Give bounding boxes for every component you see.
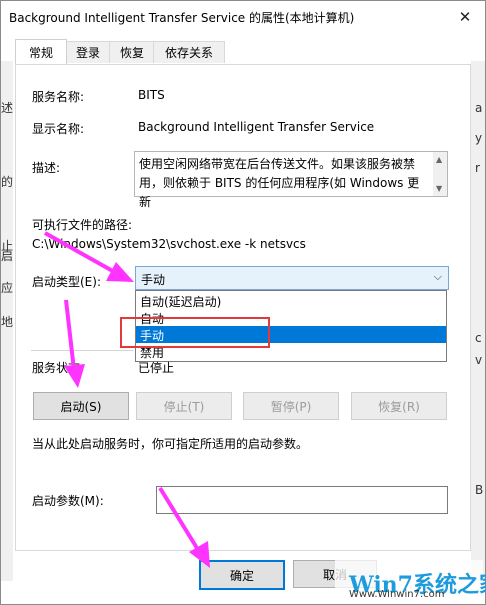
bg-fragment: c (475, 331, 482, 345)
params-label: 启动参数(M): (32, 494, 104, 508)
close-icon[interactable]: ✕ (445, 1, 485, 32)
scroll-up-icon[interactable]: ▲ (436, 155, 442, 164)
bg-fragment: 启 (1, 249, 14, 263)
startup-option[interactable]: 自动(延迟启动) (136, 292, 446, 309)
display-name-value: Background Intelligent Transfer Service (138, 120, 375, 134)
bg-fragment: a (475, 101, 483, 115)
chevron-down-icon: ⌵ (433, 270, 442, 283)
startup-type-label: 启动类型(E): (32, 275, 101, 289)
service-name-label: 服务名称: (32, 90, 85, 104)
tab-general[interactable]: 常规 (15, 39, 67, 64)
start-button[interactable]: 启动(S) (33, 392, 129, 420)
status-label: 服务状态: (32, 361, 85, 375)
startup-type-select[interactable]: 手动 ⌵ (135, 266, 449, 290)
highlight-box (120, 317, 270, 348)
watermark-logo: Win7系统之家 Www.Winwin7.com (335, 560, 486, 602)
title-bar: Background Intelligent Transfer Service … (1, 1, 485, 32)
scroll-down-icon[interactable]: ▼ (436, 184, 442, 193)
tab-recovery[interactable]: 恢复 (109, 41, 155, 63)
start-params-input[interactable] (156, 486, 448, 514)
resume-button[interactable]: 恢复(R) (351, 392, 447, 420)
tab-dependencies[interactable]: 依存关系 (153, 41, 225, 63)
description-scrollbar[interactable]: ▲ ▼ (433, 152, 447, 196)
ok-button[interactable]: 确定 (199, 560, 285, 590)
properties-dialog: Background Intelligent Transfer Service … (0, 0, 486, 605)
bg-fragment: 述 (1, 101, 14, 115)
display-name-label: 显示名称: (32, 122, 85, 136)
bg-fragment: r (475, 161, 480, 175)
bg-fragment: v (475, 353, 483, 367)
stop-button[interactable]: 停止(T) (136, 392, 232, 420)
description-label: 描述: (32, 161, 61, 175)
bg-fragment: 应 (1, 281, 14, 295)
watermark-url: Www.Winwin7.com (349, 589, 445, 600)
service-name-value: BITS (138, 88, 165, 102)
path-label: 可执行文件的路径: (32, 218, 133, 232)
params-hint: 当从此处启动服务时，你可指定所适用的启动参数。 (32, 437, 309, 451)
startup-type-current: 手动 (141, 273, 166, 287)
status-value: 已停止 (138, 361, 175, 375)
description-box[interactable]: 使用空闲网络带宽在后台传送文件。如果该服务被禁用，则依赖于 BITS 的任何应用… (134, 151, 448, 209)
bg-fragment: 地 (1, 315, 14, 329)
background-window-right: a y r c v B (471, 61, 485, 581)
tab-logon[interactable]: 登录 (65, 41, 111, 63)
background-window-left: 述 的 止 启 应 地 (1, 61, 13, 581)
path-value: C:\Windows\System32\svchost.exe -k netsv… (32, 237, 306, 251)
pause-button[interactable]: 暂停(P) (243, 392, 339, 420)
bg-fragment: 的 (1, 175, 14, 189)
divider (31, 350, 133, 351)
bg-fragment: B (475, 483, 484, 497)
bg-fragment: y (475, 131, 483, 145)
description-text: 使用空闲网络带宽在后台传送文件。如果该服务被禁用，则依赖于 BITS 的任何应用… (139, 157, 420, 209)
window-title: Background Intelligent Transfer Service … (9, 11, 355, 25)
